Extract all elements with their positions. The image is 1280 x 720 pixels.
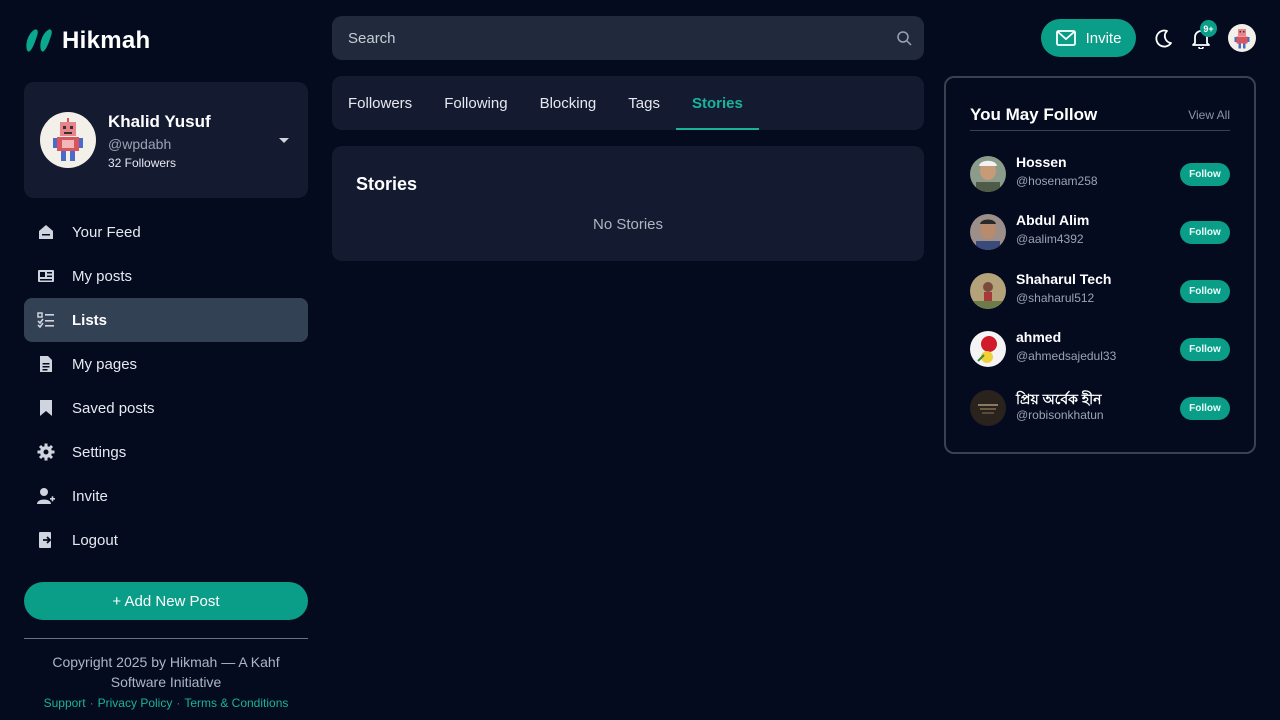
suggestion-handle: @aalim4392: [1016, 232, 1084, 246]
you-may-follow-panel: You May Follow View All Hossen @hosenam2…: [944, 76, 1256, 454]
sidebar-item-label: Lists: [72, 311, 108, 329]
user-photo-icon: [970, 390, 1006, 426]
newspaper-icon: [36, 266, 56, 286]
sidebar-divider: [24, 638, 308, 639]
profile-handle: @wpdabh: [108, 136, 172, 152]
sidebar-item-saved-posts[interactable]: Saved posts: [24, 386, 308, 430]
suggestion-name: ahmed: [1016, 329, 1062, 345]
logout-icon: [36, 530, 56, 550]
sidebar-item-my-pages[interactable]: My pages: [24, 342, 308, 386]
tab-blocking[interactable]: Blocking: [524, 76, 613, 130]
suggestion-handle: @shaharul512: [1016, 291, 1095, 305]
tab-tags[interactable]: Tags: [612, 76, 676, 130]
sidebar-item-your-feed[interactable]: Your Feed: [24, 210, 308, 254]
avatar[interactable]: [970, 390, 1006, 426]
add-new-post-button[interactable]: + Add New Post: [24, 582, 308, 620]
suggestion-item[interactable]: Abdul Alim @aalim4392 Follow: [970, 212, 1230, 252]
suggestion-item[interactable]: Shaharul Tech @shaharul512 Follow: [970, 271, 1230, 311]
app-root: Hikmah Khalid Yusuf @wpdabh 32 Followers…: [0, 0, 1280, 720]
search-input[interactable]: [332, 16, 924, 60]
bookmark-icon: [36, 398, 56, 418]
sidebar-item-settings[interactable]: Settings: [24, 430, 308, 474]
profile-name: Khalid Yusuf: [108, 112, 211, 131]
sidebar-item-logout[interactable]: Logout: [24, 518, 308, 562]
suggestion-item[interactable]: প্রিয় অর্বেক হীন @robisonkhatun Follow: [970, 388, 1230, 428]
invite-button-label: Invite: [1085, 29, 1122, 47]
gear-icon: [36, 442, 56, 462]
sidebar-nav: Your Feed My posts Lists My pages Saved …: [24, 210, 308, 562]
avatar[interactable]: [970, 273, 1006, 309]
moon-icon[interactable]: [1152, 28, 1174, 50]
suggestion-item[interactable]: ahmed @ahmedsajedul33 Follow: [970, 329, 1230, 369]
avatar[interactable]: [40, 112, 96, 168]
follow-button[interactable]: Follow: [1180, 397, 1230, 420]
follow-button[interactable]: Follow: [1180, 163, 1230, 186]
follow-button[interactable]: Follow: [1180, 280, 1230, 303]
document-icon: [36, 354, 56, 374]
panel-title: You May Follow: [970, 105, 1098, 124]
search-bar: [332, 16, 924, 60]
terms-link[interactable]: Terms & Conditions: [184, 696, 288, 710]
suggestion-handle: @hosenam258: [1016, 174, 1098, 188]
user-menu-avatar[interactable]: [1228, 24, 1256, 52]
suggestion-name: Hossen: [1016, 154, 1067, 170]
chevron-down-icon[interactable]: [276, 134, 292, 146]
sidebar-item-label: Your Feed: [72, 223, 141, 241]
profile-followers: 32 Followers: [108, 156, 177, 170]
stories-empty-message: No Stories: [592, 216, 664, 233]
notification-badge: 9+: [1200, 20, 1217, 37]
user-plus-icon: [36, 486, 56, 506]
brand-name: Hikmah: [62, 27, 151, 54]
copyright-text: Copyright 2025 by Hikmah — A Kahf Softwa…: [52, 654, 280, 690]
brand-logo[interactable]: Hikmah: [24, 27, 151, 54]
sidebar-item-label: Settings: [72, 443, 127, 461]
list-tabs: Followers Following Blocking Tags Storie…: [332, 76, 924, 130]
panel-divider: [970, 130, 1230, 131]
sidebar-item-label: Saved posts: [72, 399, 155, 417]
stories-panel: Stories No Stories: [332, 146, 924, 261]
mail-icon: [1055, 30, 1076, 46]
sidebar-item-lists[interactable]: Lists: [24, 298, 308, 342]
sidebar-item-label: My posts: [72, 267, 133, 285]
robot-avatar-icon: [53, 118, 83, 161]
avatar[interactable]: [970, 156, 1006, 192]
flower-photo-icon: [970, 331, 1006, 367]
logo-mark-icon: [26, 29, 52, 52]
sidebar-item-my-posts[interactable]: My posts: [24, 254, 308, 298]
support-link[interactable]: Support: [44, 696, 86, 710]
profile-card[interactable]: Khalid Yusuf @wpdabh 32 Followers: [24, 82, 308, 198]
invite-button[interactable]: Invite: [1041, 19, 1136, 57]
user-photo-icon: [970, 156, 1006, 192]
sidebar: Hikmah Khalid Yusuf @wpdabh 32 Followers…: [24, 0, 308, 720]
sidebar-item-invite[interactable]: Invite: [24, 474, 308, 518]
stories-title: Stories: [356, 174, 418, 194]
avatar[interactable]: [970, 214, 1006, 250]
tab-stories[interactable]: Stories: [675, 76, 759, 130]
follow-button[interactable]: Follow: [1180, 221, 1230, 244]
sidebar-item-label: Invite: [72, 487, 108, 505]
tab-followers[interactable]: Followers: [332, 76, 428, 130]
suggestion-handle: @robisonkhatun: [1016, 408, 1104, 422]
suggestion-name: Abdul Alim: [1016, 212, 1090, 228]
avatar[interactable]: [970, 331, 1006, 367]
view-all-link[interactable]: View All: [1188, 108, 1230, 122]
robot-avatar-icon: [1234, 29, 1250, 49]
home-icon: [36, 222, 56, 242]
suggestion-name: Shaharul Tech: [1016, 271, 1112, 287]
sidebar-item-label: Logout: [72, 531, 118, 549]
tab-following[interactable]: Following: [428, 76, 523, 130]
sidebar-item-label: My pages: [72, 355, 138, 373]
user-photo-icon: [970, 214, 1006, 250]
user-photo-icon: [970, 273, 1006, 309]
footer-links: Support · Privacy Policy · Terms & Condition…: [43, 696, 289, 710]
checklist-icon: [36, 310, 56, 330]
privacy-policy-link[interactable]: Privacy Policy: [98, 696, 173, 710]
search-icon[interactable]: [896, 30, 912, 46]
suggestion-handle: @ahmedsajedul33: [1016, 349, 1117, 363]
follow-button[interactable]: Follow: [1180, 338, 1230, 361]
suggestion-item[interactable]: Hossen @hosenam258 Follow: [970, 154, 1230, 194]
